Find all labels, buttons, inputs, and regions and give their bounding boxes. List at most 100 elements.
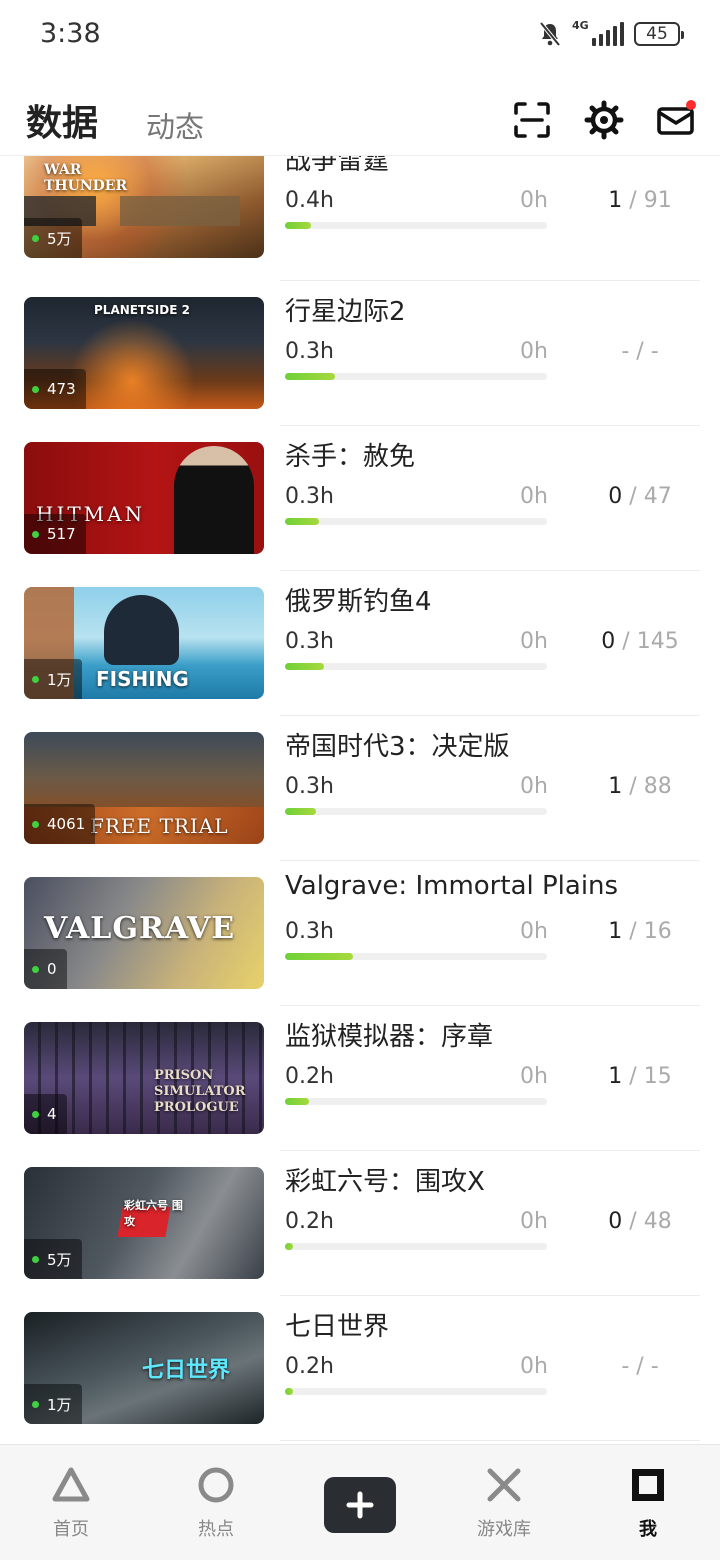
- list-item[interactable]: PLANETSIDE 2 473 行星边际2 0.3h 0h - / -: [0, 281, 720, 426]
- status-icons: 4G 45: [538, 18, 684, 50]
- achievements-total: / 47: [629, 484, 672, 509]
- online-badge: 1万: [24, 1384, 82, 1424]
- scan-icon[interactable]: [512, 100, 552, 140]
- game-name: 彩虹六号：围攻X: [285, 1167, 485, 1197]
- nav-hot[interactable]: 热点: [161, 1465, 271, 1555]
- online-dot-icon: [32, 1400, 39, 1408]
- game-name: Valgrave: Immortal Plains: [285, 871, 619, 901]
- list-item[interactable]: 七日世界 1万 七日世界 0.2h 0h - / -: [0, 1296, 720, 1441]
- cover-title: VALGRAVE: [44, 911, 236, 946]
- cover-title: FISHING: [96, 667, 189, 691]
- game-name: 监狱模拟器：序章: [285, 1022, 494, 1052]
- online-count: 1万: [47, 670, 72, 689]
- play-hours: 0.2h: [285, 1354, 334, 1379]
- nav-me-label: 我: [639, 1519, 657, 1540]
- bottom-nav: 首页 热点 游戏库 我: [0, 1444, 720, 1560]
- list-item[interactable]: PRISON SIMULATOR PROLOGUE 4 监狱模拟器：序章 0.2…: [0, 1006, 720, 1151]
- mail-icon[interactable]: [656, 100, 696, 140]
- achievements-total: - / -: [621, 1354, 659, 1379]
- status-bar: 3:38 4G 45: [0, 0, 720, 70]
- game-name: 战争雷霆: [285, 155, 390, 176]
- network-type: 4G: [572, 19, 589, 32]
- recent-hours: 0h: [520, 1209, 548, 1234]
- game-cover: PRISON SIMULATOR PROLOGUE 4: [24, 1022, 264, 1134]
- play-hours: 0.3h: [285, 774, 334, 799]
- play-hours: 0.3h: [285, 339, 334, 364]
- online-count: 5万: [47, 229, 72, 248]
- progress-track: [285, 518, 547, 525]
- battery-icon: 45: [634, 22, 684, 46]
- nav-me[interactable]: 我: [593, 1465, 703, 1555]
- notification-dot: [686, 100, 696, 110]
- list-item[interactable]: VALGRAVE 0 Valgrave: Immortal Plains 0.3…: [0, 861, 720, 1006]
- nav-library[interactable]: 游戏库: [449, 1465, 559, 1555]
- play-hours: 0.4h: [285, 188, 334, 213]
- nav-library-label: 游戏库: [477, 1519, 531, 1540]
- online-dot-icon: [32, 965, 39, 973]
- online-badge: 5万: [24, 218, 82, 258]
- achievements: 0 / 47: [580, 484, 700, 509]
- online-badge: 0: [24, 949, 67, 989]
- online-count: 473: [47, 380, 76, 398]
- cross-icon: [487, 1468, 521, 1502]
- progress-track: [285, 953, 547, 960]
- online-count: 1万: [47, 1395, 72, 1414]
- recent-hours: 0h: [520, 1354, 548, 1379]
- progress-fill: [285, 663, 325, 670]
- add-button[interactable]: [324, 1477, 396, 1533]
- status-time: 3:38: [40, 18, 101, 49]
- online-badge: 1万: [24, 659, 82, 699]
- list-item[interactable]: FISHING 1万 俄罗斯钓鱼4 0.3h 0h 0 / 145: [0, 571, 720, 716]
- cover-title: PLANETSIDE 2: [94, 303, 190, 317]
- list-item[interactable]: 彩虹六号 围攻 5万 彩虹六号：围攻X 0.2h 0h 0 / 48: [0, 1151, 720, 1296]
- cover-title: 彩虹六号 围攻: [124, 1199, 183, 1228]
- play-hours: 0.3h: [285, 629, 334, 654]
- nav-hot-label: 热点: [198, 1519, 234, 1540]
- online-dot-icon: [32, 675, 39, 683]
- tab-data[interactable]: 数据: [26, 94, 98, 146]
- achievements-total: / 88: [629, 774, 672, 799]
- online-badge: 473: [24, 369, 86, 409]
- online-dot-icon: [32, 234, 39, 242]
- achievements-total: / 145: [622, 629, 679, 654]
- achievements: 1 / 16: [580, 919, 700, 944]
- online-count: 4: [47, 1105, 57, 1123]
- achievements-done: 0: [608, 1209, 623, 1234]
- list-item[interactable]: FREE TRIAL 4061 帝国时代3：决定版 0.3h 0h 1 / 88: [0, 716, 720, 861]
- achievements-total: / 91: [629, 188, 672, 213]
- game-name: 行星边际2: [285, 297, 406, 327]
- signal-icon: 4G: [572, 19, 624, 46]
- recent-hours: 0h: [520, 339, 548, 364]
- plus-icon: [346, 1491, 374, 1519]
- list-item[interactable]: HITMAN 517 杀手：赦免 0.3h 0h 0 / 47: [0, 426, 720, 571]
- nav-home[interactable]: 首页: [16, 1465, 126, 1555]
- tab-activity[interactable]: 动态: [146, 104, 204, 146]
- list-item[interactable]: WAR THUNDER 5万 战争雷霆 0.4h 0h 1 / 91: [0, 155, 720, 281]
- online-dot-icon: [32, 1110, 39, 1118]
- bell-off-icon: [539, 21, 561, 47]
- progress-fill: [285, 373, 335, 380]
- recent-hours: 0h: [520, 629, 548, 654]
- online-badge: 4: [24, 1094, 67, 1134]
- achievements-done: 1: [608, 1064, 623, 1089]
- progress-track: [285, 222, 547, 229]
- online-dot-icon: [32, 385, 39, 393]
- progress-fill: [285, 518, 320, 525]
- gear-icon[interactable]: [584, 100, 624, 140]
- game-cover: HITMAN 517: [24, 442, 264, 554]
- progress-track: [285, 1388, 547, 1395]
- game-name: 俄罗斯钓鱼4: [285, 587, 432, 617]
- recent-hours: 0h: [520, 774, 548, 799]
- recent-hours: 0h: [520, 484, 548, 509]
- triangle-icon: [52, 1467, 90, 1502]
- achievements: 1 / 15: [580, 1064, 700, 1089]
- cover-title: PRISON SIMULATOR PROLOGUE: [154, 1068, 246, 1115]
- game-list[interactable]: WAR THUNDER 5万 战争雷霆 0.4h 0h 1 / 91 PLANE…: [0, 155, 720, 1445]
- divider: [280, 1440, 700, 1441]
- recent-hours: 0h: [520, 1064, 548, 1089]
- game-name: 杀手：赦免: [285, 442, 416, 472]
- achievements: 1 / 88: [580, 774, 700, 799]
- game-cover: FREE TRIAL 4061: [24, 732, 264, 844]
- play-hours: 0.3h: [285, 484, 334, 509]
- progress-fill: [285, 1243, 293, 1250]
